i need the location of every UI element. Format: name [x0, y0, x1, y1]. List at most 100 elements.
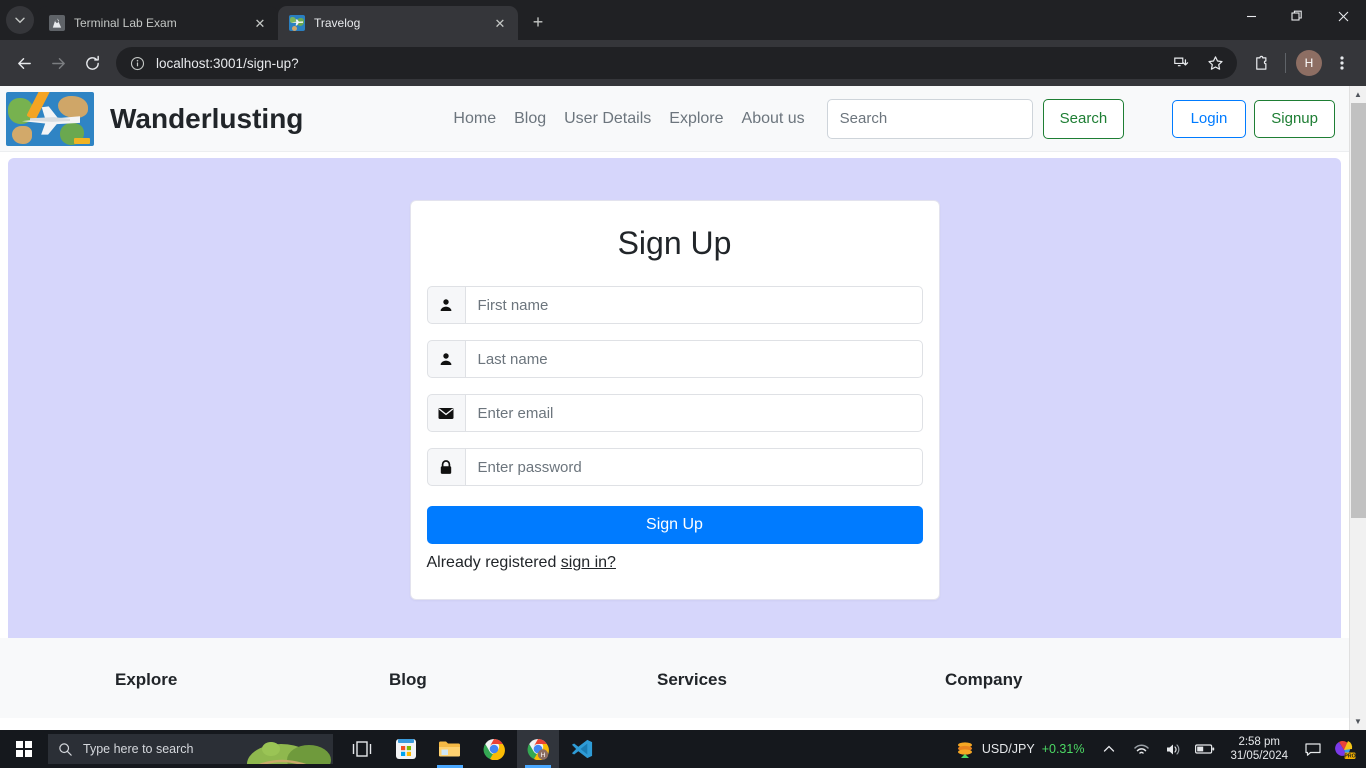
auth-buttons: Login Signup: [1171, 99, 1349, 138]
notification-icon[interactable]: [1300, 730, 1326, 768]
tab-title: Travelog: [314, 16, 361, 30]
person-icon: [426, 286, 465, 324]
footer-column-company: Company: [945, 670, 1022, 690]
speaker-icon[interactable]: [1160, 730, 1186, 768]
window-controls: [1228, 0, 1366, 32]
forward-arrow-icon[interactable]: [42, 47, 74, 79]
search-thumbnail-image: [243, 734, 333, 764]
windows-taskbar: Type here to search H USD/JPY +0.31% 2:5…: [0, 730, 1366, 768]
windows-logo-icon: [16, 741, 32, 757]
clock-time: 2:58 pm: [1238, 735, 1280, 748]
info-circle-icon[interactable]: [126, 52, 148, 74]
site-footer: Explore Blog Services Company: [0, 638, 1349, 718]
puzzle-piece-icon[interactable]: [1245, 47, 1277, 79]
footer-heading: Services: [657, 670, 727, 689]
stock-ticker[interactable]: USD/JPY +0.31%: [949, 739, 1091, 759]
signup-button[interactable]: Signup: [1254, 99, 1335, 138]
start-button[interactable]: [0, 730, 48, 768]
tab-search-button[interactable]: [6, 6, 34, 34]
last-name-input[interactable]: [464, 340, 923, 378]
scrollbar-thumb[interactable]: [1350, 103, 1366, 518]
chrome-profile-icon[interactable]: H: [517, 730, 559, 768]
install-app-icon[interactable]: [1165, 47, 1197, 79]
avatar[interactable]: H: [1296, 50, 1322, 76]
new-tab-button[interactable]: +: [524, 8, 552, 36]
submit-signup-button[interactable]: Sign Up: [426, 506, 923, 544]
envelope-icon: [426, 394, 465, 432]
brand-title: Wanderlusting: [110, 102, 304, 134]
footer-heading: Explore: [115, 670, 178, 689]
contact-card-icon: [49, 15, 65, 31]
nav-item-about-us[interactable]: About us: [742, 110, 805, 128]
person-icon: [426, 340, 465, 378]
lock-icon: [426, 448, 465, 486]
back-arrow-icon[interactable]: [8, 47, 40, 79]
stock-label: USD/JPY: [981, 742, 1035, 756]
browser-window: Terminal Lab Exam ✕ Travelog ✕ + localho…: [0, 0, 1366, 730]
restore-icon[interactable]: [1274, 0, 1320, 32]
magnifier-icon: [58, 742, 73, 757]
nav-item-explore[interactable]: Explore: [669, 110, 723, 128]
page-scrollbar[interactable]: ▲ ▼: [1349, 86, 1366, 730]
first-name-group: [426, 286, 923, 324]
footer-column-services: Services: [657, 670, 945, 690]
star-icon[interactable]: [1199, 47, 1231, 79]
address-bar[interactable]: localhost:3001/sign-up?: [116, 47, 1237, 79]
login-button[interactable]: Login: [1171, 99, 1247, 138]
password-input[interactable]: [464, 448, 923, 486]
page-viewport: Wanderlusting Home Blog User Details Exp…: [0, 86, 1366, 730]
svg-text:H: H: [541, 752, 546, 759]
reload-icon[interactable]: [76, 47, 108, 79]
world-map-plane-logo[interactable]: [6, 91, 94, 146]
taskbar-search-placeholder: Type here to search: [83, 742, 194, 756]
three-dot-menu-icon[interactable]: [1326, 47, 1358, 79]
browser-toolbar: localhost:3001/sign-up? H: [0, 40, 1366, 86]
nav-item-home[interactable]: Home: [453, 110, 496, 128]
url-text: localhost:3001/sign-up?: [156, 55, 299, 71]
battery-icon[interactable]: [1192, 730, 1218, 768]
search-input[interactable]: [826, 98, 1033, 139]
browser-tab-travelog[interactable]: Travelog ✕: [278, 6, 518, 40]
nav-item-blog[interactable]: Blog: [514, 110, 546, 128]
file-explorer-icon[interactable]: [429, 730, 471, 768]
footer-heading: Blog: [389, 670, 427, 689]
last-name-group: [426, 340, 923, 378]
password-group: [426, 448, 923, 486]
close-icon[interactable]: [1320, 0, 1366, 32]
footer-column-blog: Blog: [389, 670, 657, 690]
task-view-icon[interactable]: [341, 730, 383, 768]
search-button[interactable]: Search: [1042, 98, 1125, 139]
email-group: [426, 394, 923, 432]
microsoft-store-icon[interactable]: [385, 730, 427, 768]
scrollbar-track[interactable]: [1350, 103, 1366, 713]
scroll-down-arrow-icon[interactable]: ▼: [1350, 713, 1366, 730]
scroll-up-arrow-icon[interactable]: ▲: [1350, 86, 1366, 103]
email-input[interactable]: [464, 394, 923, 432]
svg-text:PRO: PRO: [1344, 754, 1355, 760]
pro-app-icon[interactable]: PRO: [1332, 730, 1360, 768]
clock-date: 31/05/2024: [1230, 750, 1288, 762]
browser-tab-terminal-lab-exam[interactable]: Terminal Lab Exam ✕: [38, 6, 278, 40]
world-map-plane-icon: [289, 15, 305, 31]
vs-code-icon[interactable]: [561, 730, 603, 768]
chevron-up-icon[interactable]: [1096, 730, 1122, 768]
wifi-icon[interactable]: [1128, 730, 1154, 768]
taskbar-search-box[interactable]: Type here to search: [48, 734, 333, 764]
page-title: Sign Up: [617, 225, 732, 261]
close-icon[interactable]: ✕: [250, 13, 270, 33]
footer-column-explore: Explore: [115, 670, 389, 690]
close-icon[interactable]: ✕: [490, 13, 510, 33]
chrome-icon[interactable]: [473, 730, 515, 768]
site-header: Wanderlusting Home Blog User Details Exp…: [0, 86, 1349, 152]
stock-coins-icon: [955, 739, 975, 759]
taskbar-pinned-apps: H: [341, 730, 603, 768]
sign-in-link[interactable]: sign in?: [561, 554, 616, 571]
tab-title: Terminal Lab Exam: [74, 16, 177, 30]
stock-change: +0.31%: [1041, 742, 1085, 756]
taskbar-clock[interactable]: 2:58 pm 31/05/2024: [1224, 735, 1294, 764]
toolbar-divider: [1285, 53, 1286, 73]
minimize-icon[interactable]: [1228, 0, 1274, 32]
tab-strip: Terminal Lab Exam ✕ Travelog ✕ +: [0, 0, 1366, 40]
nav-item-user-details[interactable]: User Details: [564, 110, 651, 128]
first-name-input[interactable]: [464, 286, 923, 324]
